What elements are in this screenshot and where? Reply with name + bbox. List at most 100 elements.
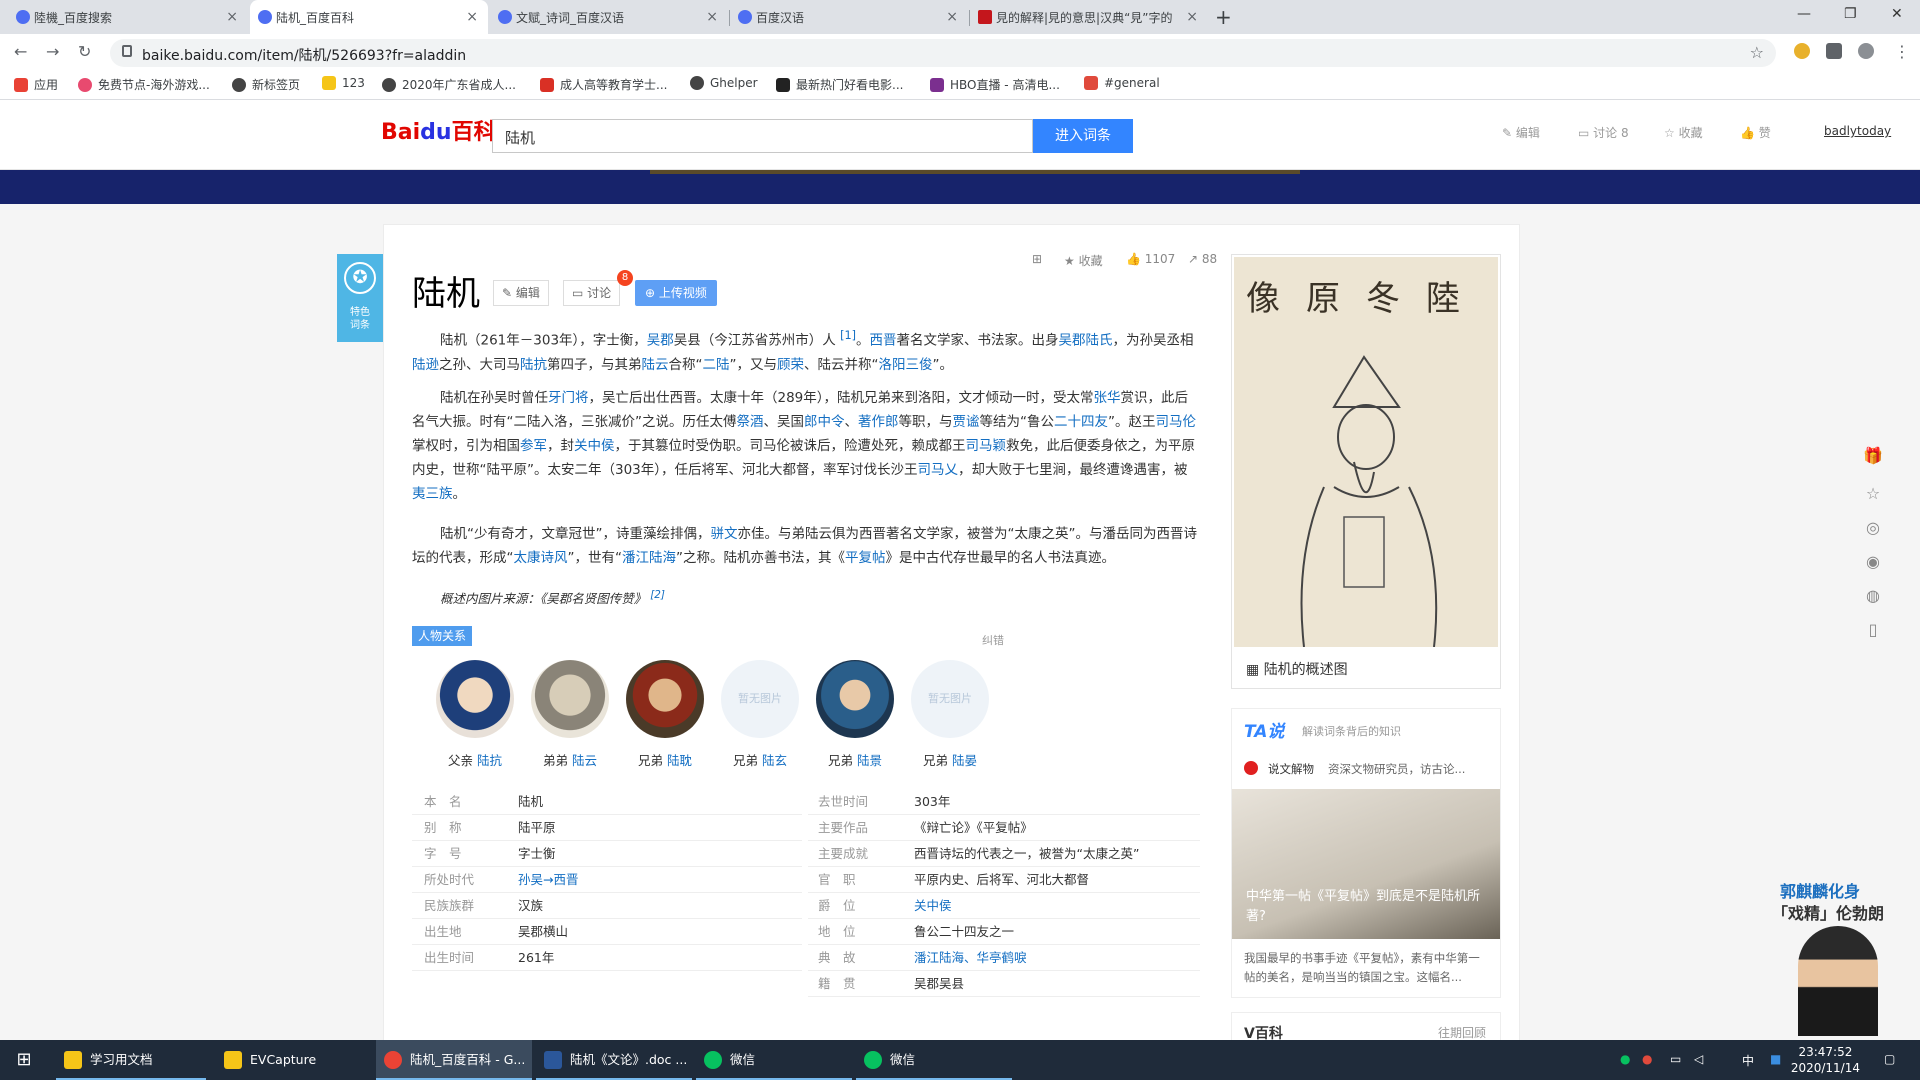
link[interactable]: 洛阳三俊	[879, 357, 933, 373]
person-card[interactable]: 暂无图片 兄弟 陆晏	[910, 660, 990, 769]
person-card[interactable]: 兄弟 陆景	[815, 660, 895, 769]
bookmark-item[interactable]: Ghelper	[690, 76, 758, 90]
link[interactable]: 陆逊	[412, 357, 439, 373]
link[interactable]: 吴郡	[647, 333, 674, 349]
new-tab-button[interactable]: +	[1215, 5, 1232, 29]
link[interactable]: 郎中令	[804, 414, 845, 430]
citation-link[interactable]: [2]	[650, 589, 665, 601]
like-link[interactable]: 👍 赞	[1740, 124, 1771, 141]
person-card[interactable]: 父亲 陆抗	[435, 660, 515, 769]
edit-button[interactable]: ✎ 编辑	[493, 280, 549, 306]
link[interactable]: 司马颖	[966, 438, 1007, 454]
minimize-button[interactable]: —	[1797, 6, 1811, 22]
link[interactable]: 张华	[1094, 390, 1121, 406]
taskbar-item-chrome[interactable]: 陆机_百度百科 - G...	[376, 1040, 532, 1080]
link[interactable]: 二十四友	[1054, 414, 1108, 430]
start-button[interactable]: ⊞	[0, 1040, 48, 1080]
weibo-icon[interactable]: ◎	[1862, 518, 1884, 540]
maximize-button[interactable]: ❐	[1844, 6, 1857, 22]
summary-image-box[interactable]: 像原冬陸 ▦ 陆机的概述图	[1231, 254, 1501, 689]
wechat-icon[interactable]: ◉	[1862, 552, 1884, 574]
link[interactable]: 西晋	[870, 333, 897, 349]
bookmark-item[interactable]: #general	[1084, 76, 1160, 90]
link[interactable]: 二陆	[703, 357, 730, 373]
taskbar-item-wechat[interactable]: 微信	[856, 1040, 1012, 1080]
star-icon[interactable]: ☆	[1862, 484, 1884, 506]
back-arrow-icon[interactable]: ←	[14, 42, 27, 61]
taskbar-item-wechat[interactable]: 微信	[696, 1040, 852, 1080]
bookmark-item[interactable]: HBO直播 - 高清电...	[930, 76, 1060, 93]
link[interactable]: 顾荣	[777, 357, 804, 373]
link[interactable]: 司马乂	[918, 462, 959, 478]
tray-wechat-icon[interactable]: ●	[1620, 1052, 1630, 1066]
discuss-button[interactable]: ▭ 讨论	[563, 280, 621, 306]
tray-app-icon[interactable]: ●	[1642, 1052, 1652, 1066]
close-icon[interactable]: ×	[466, 9, 478, 25]
bookmark-item[interactable]: 成人高等教育学士...	[540, 76, 667, 93]
edit-link[interactable]: ✎ 编辑	[1502, 124, 1540, 141]
tab-baike-active[interactable]: 陆机_百度百科 ×	[250, 0, 488, 34]
link[interactable]: 司马伦	[1156, 414, 1197, 430]
link[interactable]: 骈文	[711, 526, 738, 542]
tray-volume-icon[interactable]: ◁	[1694, 1052, 1703, 1066]
ta-card-title[interactable]: 中华第一帖《平复帖》到底是不是陆机所著?	[1246, 887, 1486, 927]
tab-baidu-search[interactable]: 陸機_百度搜索 ×	[8, 0, 248, 34]
bookmark-item[interactable]: 新标签页	[232, 76, 300, 93]
search-input[interactable]: 陆机	[492, 119, 1033, 153]
link[interactable]: 陆抗	[520, 357, 547, 373]
address-bar[interactable]: baike.baidu.com/item/陆机/526693?fr=aladdi…	[110, 39, 1776, 67]
share-stat[interactable]: ↗ 88	[1188, 252, 1217, 266]
tab-wenfu[interactable]: 文赋_诗词_百度汉语 ×	[490, 0, 728, 34]
username-link[interactable]: badlytoday	[1824, 124, 1891, 138]
close-icon[interactable]: ×	[946, 9, 958, 25]
feature-entry-tag[interactable]: ✪ 特色词条	[337, 254, 383, 342]
bookmark-item[interactable]: 最新热门好看电影...	[776, 76, 903, 93]
vbaike-more-link[interactable]: 往期回顾	[1438, 1024, 1486, 1041]
link[interactable]: 吴郡陆氏	[1059, 333, 1113, 349]
taskbar-item-folder[interactable]: 学习用文档	[56, 1040, 206, 1080]
info-value-link[interactable]: 关中侯	[914, 893, 952, 919]
bookmark-item[interactable]: 123	[322, 76, 365, 90]
favorite-stat[interactable]: ★ 收藏	[1064, 252, 1103, 269]
link[interactable]: 参军	[520, 438, 547, 454]
citation-link[interactable]: [1]	[840, 329, 856, 342]
link[interactable]: 祭酒	[737, 414, 764, 430]
upload-video-button[interactable]: ⊕ 上传视频	[635, 280, 717, 306]
bookmark-star-icon[interactable]: ☆	[1750, 43, 1764, 62]
correction-link[interactable]: 纠错	[982, 632, 1004, 648]
link[interactable]: 关中侯	[574, 438, 615, 454]
tab-zdic[interactable]: 見的解释|見的意思|汉典“見”字的 ×	[970, 0, 1208, 34]
reload-icon[interactable]: ↻	[78, 42, 91, 61]
info-value-link[interactable]: 孙吴→西晋	[518, 867, 578, 893]
person-card[interactable]: 暂无图片 兄弟 陆玄	[720, 660, 800, 769]
tab-baidu-hanyu[interactable]: 百度汉语 ×	[730, 0, 968, 34]
person-card[interactable]: 兄弟 陆耽	[625, 660, 705, 769]
close-icon[interactable]: ×	[1186, 9, 1198, 25]
taskbar-item-word[interactable]: 陆机《文论》.doc ...	[536, 1040, 692, 1080]
person-name-link[interactable]: 陆晏	[952, 753, 977, 768]
link[interactable]: 贾谧	[953, 414, 980, 430]
enter-entry-button[interactable]: 进入词条	[1033, 119, 1133, 153]
person-name-link[interactable]: 陆耽	[667, 753, 692, 768]
add-icon[interactable]: ⊞	[1032, 252, 1042, 266]
link[interactable]: 陆云	[642, 357, 669, 373]
bookmark-item[interactable]: 2020年广东省成人...	[382, 76, 516, 93]
link[interactable]: 太康诗风	[514, 550, 568, 566]
link[interactable]: 牙门将	[548, 390, 589, 406]
person-name-link[interactable]: 陆玄	[762, 753, 787, 768]
favorite-link[interactable]: ☆ 收藏	[1664, 124, 1703, 141]
discuss-link[interactable]: ▭ 讨论 8	[1578, 124, 1629, 141]
ta-card-image[interactable]: 中华第一帖《平复帖》到底是不是陆机所著?	[1232, 789, 1500, 939]
forward-arrow-icon[interactable]: →	[46, 42, 59, 61]
info-value-link[interactable]: 潘江陆海、华亭鹤唳	[914, 945, 1027, 971]
mobile-icon[interactable]: ▯	[1862, 620, 1884, 642]
avatar[interactable]	[1858, 43, 1874, 59]
link[interactable]: 夷三族	[412, 486, 453, 502]
bookmark-apps[interactable]: 应用	[14, 76, 58, 93]
like-stat[interactable]: 👍 1107	[1126, 252, 1175, 266]
more-menu-icon[interactable]: ⋮	[1894, 42, 1910, 61]
system-clock[interactable]: 23:47:52 2020/11/14	[1791, 1044, 1860, 1076]
extension-icon[interactable]	[1794, 43, 1810, 59]
tray-qq-icon[interactable]: ■	[1770, 1052, 1781, 1066]
notification-icon[interactable]: ▢	[1884, 1052, 1895, 1066]
